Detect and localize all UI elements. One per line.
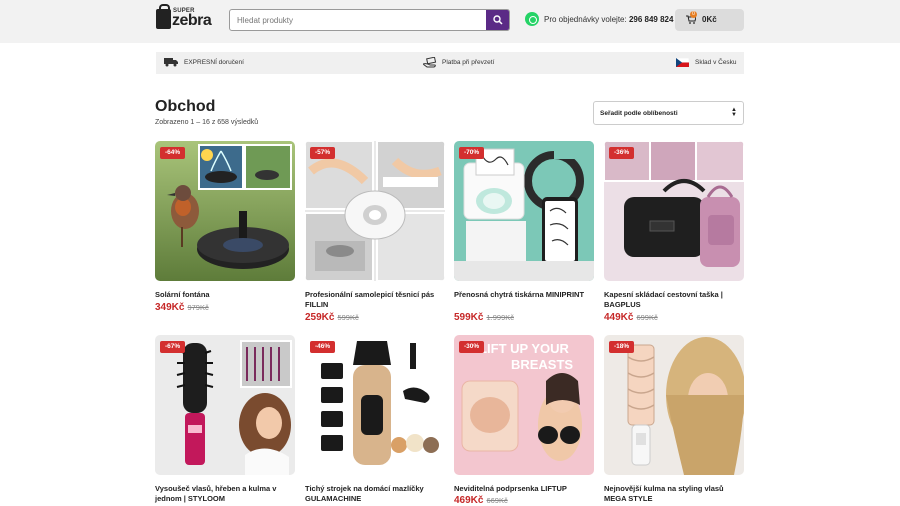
truck-icon: [164, 58, 178, 67]
discount-badge: -30%: [459, 341, 485, 353]
warehouse-info: Sklad v Česku: [695, 59, 737, 66]
cart-total: 0Kč: [702, 15, 717, 24]
old-price: 669Kč: [486, 496, 508, 505]
discount-badge: -67%: [160, 341, 186, 353]
product-price: 349Kč 979Kč: [155, 302, 209, 313]
old-price: 1.999Kč: [486, 313, 514, 322]
shopping-bag-icon: [156, 4, 171, 29]
result-count: Zobrazeno 1 – 16 z 658 výsledků: [155, 119, 259, 126]
product-name[interactable]: Solární fontána: [155, 290, 295, 300]
page-title: Obchod: [155, 98, 216, 115]
product-price: 599Kč 1.999Kč: [454, 312, 514, 323]
discount-badge: -18%: [609, 341, 635, 353]
phone-info: Pro objednávky volejte: 296 849 824: [544, 15, 673, 24]
travel-bag-image: [604, 141, 744, 281]
search-button[interactable]: [486, 10, 509, 30]
product-image[interactable]: -57%: [305, 141, 445, 281]
mini-printer-image: [454, 141, 594, 281]
liftup-bra-image: LIFT UP YOUR BREASTS: [454, 335, 594, 475]
czech-flag-icon: [676, 58, 689, 67]
product-image[interactable]: -46%: [305, 335, 445, 475]
discount-badge: -57%: [310, 147, 336, 159]
product-name[interactable]: Neviditelná podprsenka LIFTUP: [454, 484, 594, 494]
cart-button[interactable]: 0 0Kč: [675, 9, 744, 31]
sort-dropdown[interactable]: Seřadit podle oblíbenosti ▲ ▼: [593, 101, 744, 125]
product-image[interactable]: -64%: [155, 141, 295, 281]
product-name[interactable]: Nejnovější kulma na styling vlasů MEGA S…: [604, 484, 744, 504]
phone-number[interactable]: 296 849 824: [629, 15, 674, 24]
solar-fountain-image: [155, 141, 295, 281]
hair-dryer-brush-image: [155, 335, 295, 475]
logo-text: zebra: [172, 12, 212, 29]
payment-info: Platba při převzetí: [442, 59, 495, 66]
info-bar: EXPRESNÍ doručení Platba při převzetí Sk…: [156, 52, 744, 74]
cart-count-badge: 0: [690, 11, 697, 18]
product-name[interactable]: Vysoušeč vlasů, hřeben a kulma v jednom …: [155, 484, 295, 504]
product-price: 259Kč 599Kč: [305, 312, 359, 323]
search-icon: [492, 15, 503, 25]
product-price: 469Kč 669Kč: [454, 495, 508, 506]
product-image[interactable]: LIFT UP YOUR BREASTS -30%: [454, 335, 594, 475]
old-price: 979Kč: [187, 303, 209, 312]
sort-arrows-icon: ▲ ▼: [731, 107, 737, 118]
product-image[interactable]: -70%: [454, 141, 594, 281]
logo[interactable]: SUPER zebra: [156, 4, 212, 31]
pet-clipper-image: [305, 335, 445, 475]
delivery-info: EXPRESNÍ doručení: [184, 59, 244, 66]
product-name[interactable]: Profesionální samolepicí těsnicí pás FIL…: [305, 290, 445, 310]
current-price: 349Kč: [155, 302, 185, 313]
image-overlay-text-2: BREASTS: [511, 357, 573, 372]
current-price: 599Kč: [454, 312, 484, 323]
discount-badge: -70%: [459, 147, 485, 159]
discount-badge: -46%: [310, 341, 336, 353]
product-name[interactable]: Přenosná chytrá tiskárna MINIPRINT: [454, 290, 594, 300]
product-image[interactable]: -67%: [155, 335, 295, 475]
cash-hand-icon: [423, 57, 437, 68]
sort-label: Seřadit podle oblíbenosti: [600, 110, 678, 117]
product-image[interactable]: -36%: [604, 141, 744, 281]
current-price: 449Kč: [604, 312, 634, 323]
old-price: 599Kč: [337, 313, 359, 322]
site-header: SUPER zebra Pro objednávky volejte: 296 …: [0, 0, 900, 43]
product-name[interactable]: Kapesní skládací cestovní taška | BAGPLU…: [604, 290, 744, 310]
image-overlay-text-1: LIFT UP YOUR: [479, 341, 569, 356]
search-form: [229, 9, 510, 31]
current-price: 259Kč: [305, 312, 335, 323]
current-price: 469Kč: [454, 495, 484, 506]
old-price: 699Kč: [636, 313, 658, 322]
product-price: 449Kč 699Kč: [604, 312, 658, 323]
discount-badge: -64%: [160, 147, 186, 159]
discount-badge: -36%: [609, 147, 635, 159]
curling-iron-image: [604, 335, 744, 475]
phone-label: Pro objednávky volejte:: [544, 15, 627, 24]
product-image[interactable]: -18%: [604, 335, 744, 475]
sealing-tape-image: [305, 141, 445, 281]
whatsapp-icon[interactable]: [525, 12, 539, 26]
product-name[interactable]: Tichý strojek na domácí mazlíčky GULAMAC…: [305, 484, 445, 504]
search-input[interactable]: [230, 10, 487, 30]
